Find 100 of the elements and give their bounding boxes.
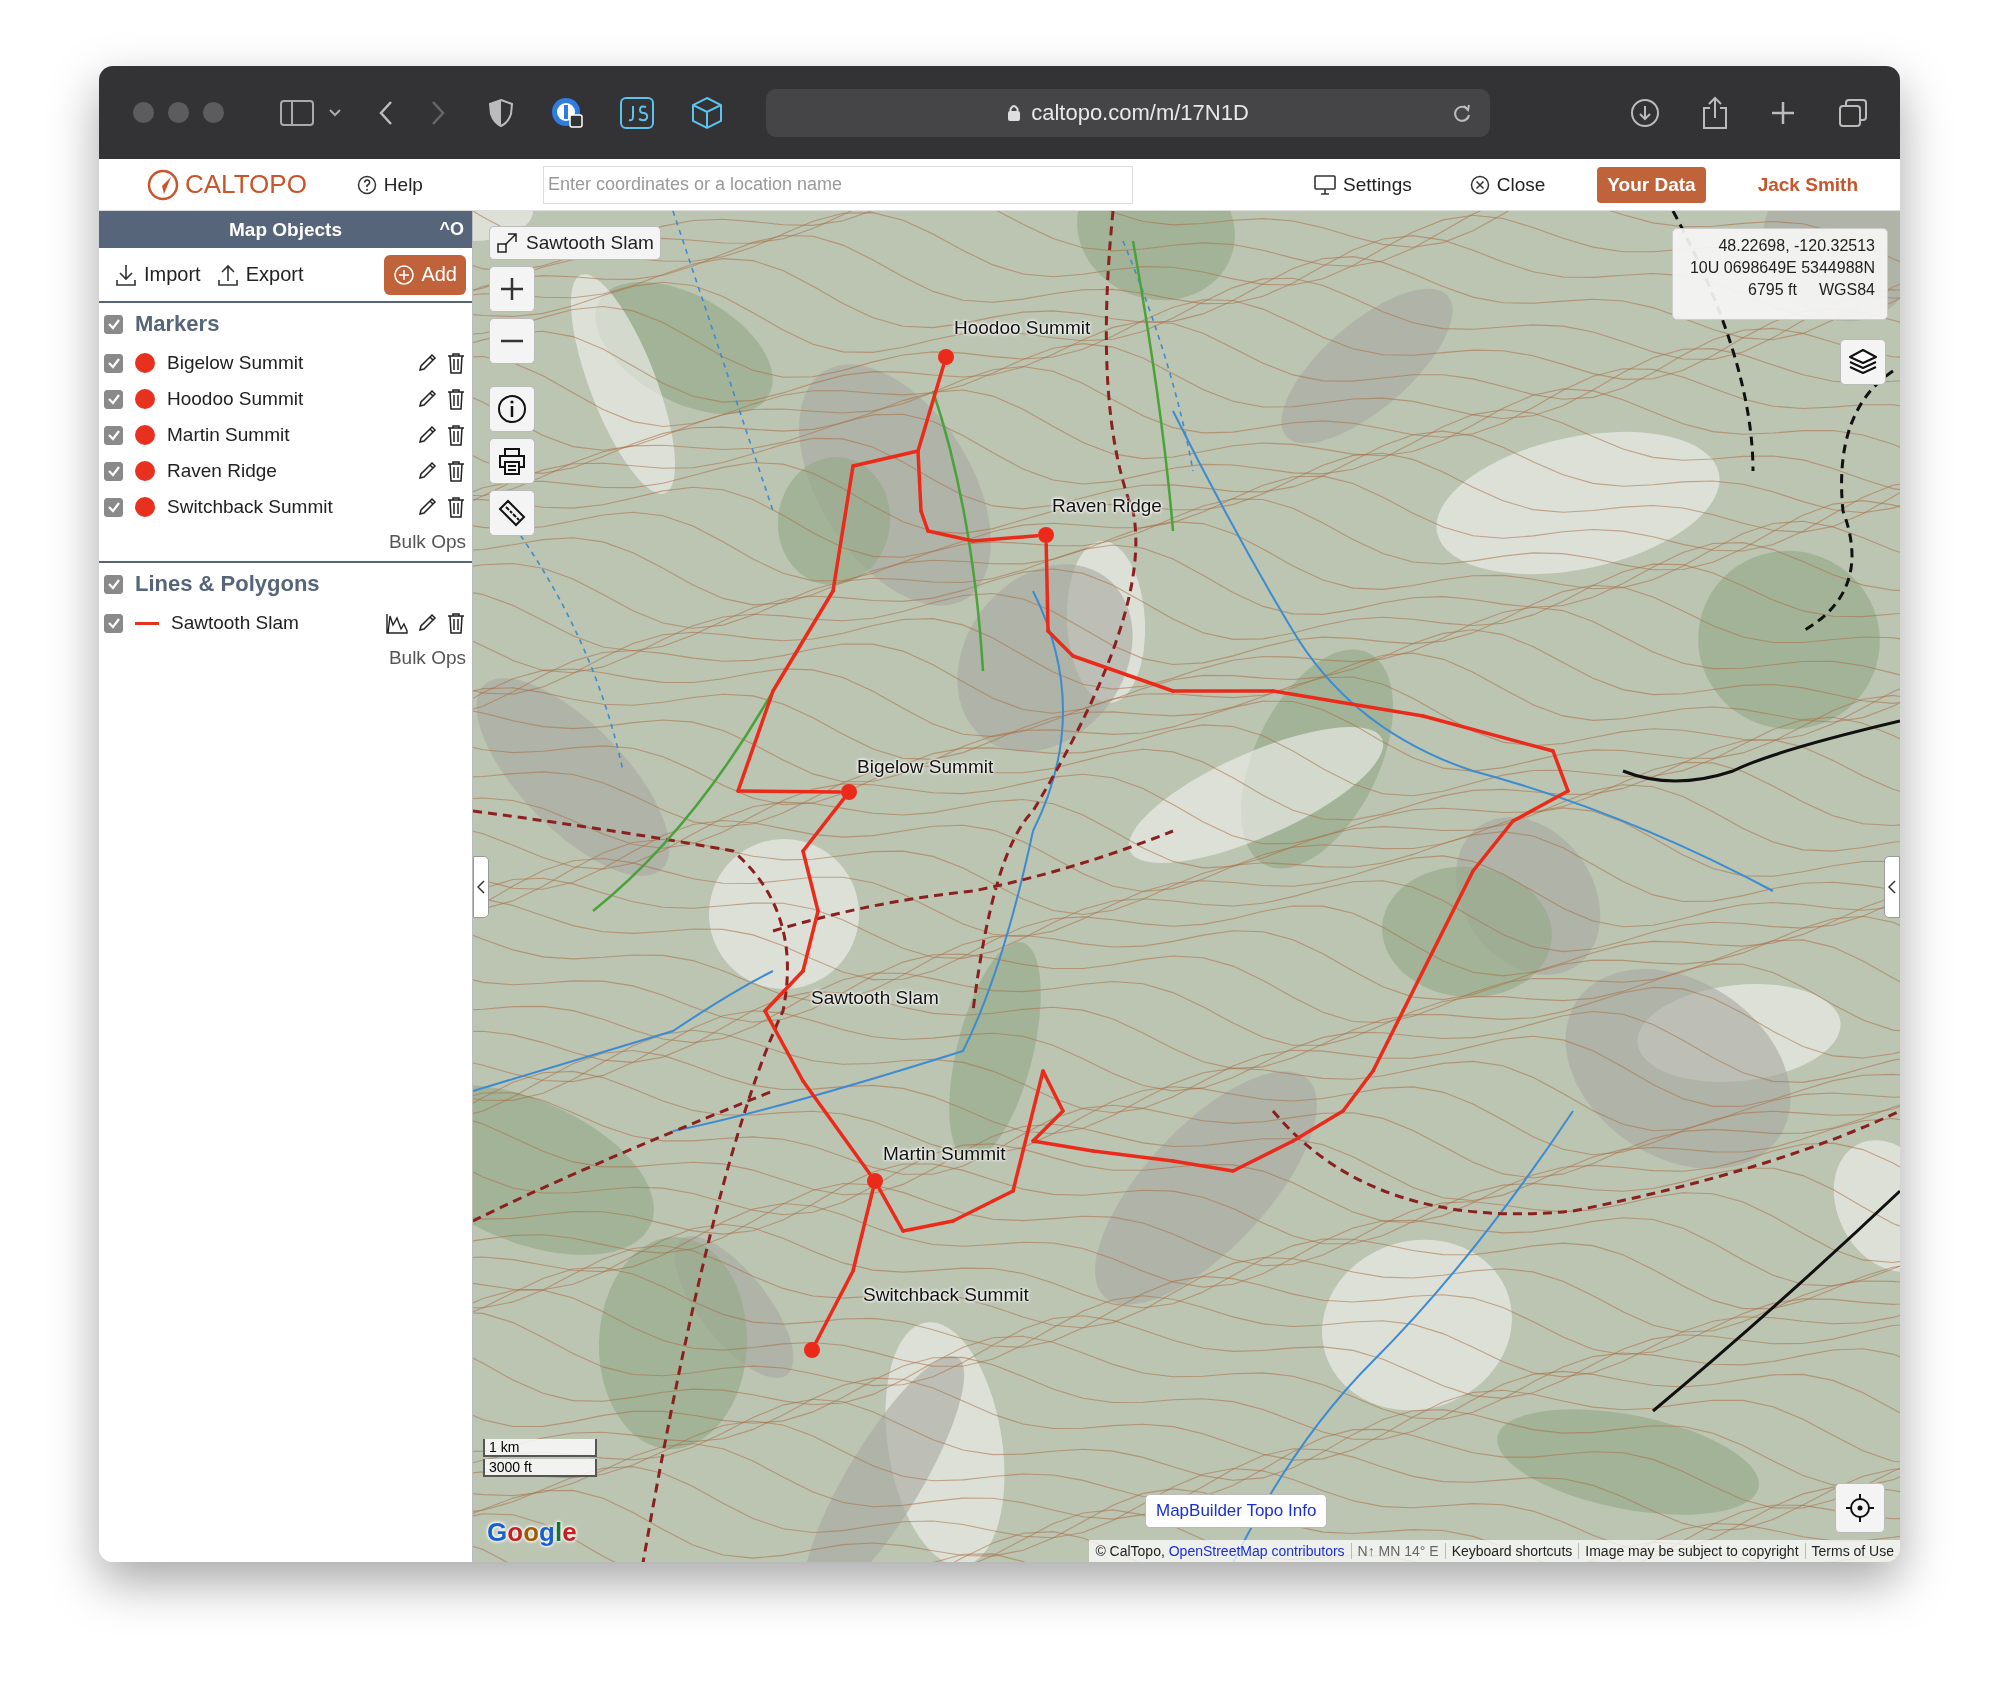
- item-name[interactable]: Switchback Summit: [167, 496, 333, 518]
- delete-icon[interactable]: [446, 388, 466, 410]
- help-icon: [356, 174, 377, 195]
- caltopo-logo[interactable]: CALTOPO: [145, 166, 307, 203]
- password-extension-icon[interactable]: [550, 95, 584, 130]
- osm-link[interactable]: OpenStreetMap contributors: [1168, 1543, 1345, 1559]
- print-button[interactable]: [489, 438, 535, 484]
- marker-label: Martin Summit: [883, 1143, 1006, 1165]
- route-segment[interactable]: [763, 1009, 805, 1083]
- copyright-text: © CalTopo,: [1095, 1543, 1165, 1559]
- lat-lon-text: 48.22698, -120.32513: [1718, 237, 1875, 255]
- download-icon[interactable]: [1630, 97, 1660, 128]
- datum-text: WGS84: [1819, 281, 1875, 299]
- zoom-window-button[interactable]: [203, 102, 224, 123]
- item-name[interactable]: Martin Summit: [167, 424, 290, 446]
- item-name[interactable]: Bigelow Summit: [167, 352, 304, 374]
- item-name[interactable]: Hoodoo Summit: [167, 388, 304, 410]
- bulk-ops-button[interactable]: Bulk Ops: [388, 531, 466, 553]
- export-button[interactable]: Export: [216, 262, 304, 287]
- ruler-icon: [497, 498, 527, 528]
- delete-icon[interactable]: [446, 612, 466, 634]
- route-segment[interactable]: [1071, 654, 1175, 693]
- lock-icon: [1007, 103, 1022, 122]
- back-icon[interactable]: [378, 99, 394, 126]
- locate-button[interactable]: [1835, 1483, 1885, 1533]
- forward-icon[interactable]: [430, 99, 446, 126]
- chevron-down-icon[interactable]: [328, 107, 342, 118]
- your-data-button[interactable]: Your Data: [1597, 166, 1706, 203]
- info-button[interactable]: [489, 386, 535, 432]
- close-window-button[interactable]: [133, 102, 154, 123]
- google-logo: Google: [487, 1517, 577, 1548]
- download-icon: [115, 262, 137, 287]
- marker-label: Raven Ridge: [1052, 495, 1162, 517]
- route-segment[interactable]: [801, 909, 820, 973]
- delete-icon[interactable]: [446, 424, 466, 446]
- chevron-left-icon: [1888, 880, 1896, 894]
- url-text: caltopo.com/m/17N1D: [1031, 99, 1249, 126]
- collapse-panel-button[interactable]: [473, 856, 489, 918]
- printer-icon: [497, 446, 527, 476]
- edit-icon[interactable]: [416, 612, 438, 634]
- section-title: Markers: [135, 311, 220, 337]
- delete-icon[interactable]: [446, 352, 466, 374]
- marker-label: Hoodoo Summit: [954, 317, 1091, 339]
- new-tab-icon[interactable]: [1770, 99, 1796, 126]
- item-checkbox[interactable]: [104, 613, 123, 633]
- cube-icon[interactable]: [690, 95, 724, 130]
- route-segment[interactable]: [801, 849, 820, 913]
- marker-label: Bigelow Summit: [857, 756, 994, 778]
- edit-icon[interactable]: [416, 496, 438, 518]
- shield-icon[interactable]: [488, 97, 514, 128]
- delete-icon[interactable]: [446, 460, 466, 482]
- minus-icon: [499, 339, 525, 343]
- item-checkbox[interactable]: [104, 425, 123, 445]
- item-name[interactable]: Sawtooth Slam: [171, 612, 299, 634]
- route-segment[interactable]: [801, 797, 846, 853]
- item-checkbox[interactable]: [104, 461, 123, 481]
- import-button[interactable]: Import: [115, 262, 201, 287]
- edit-icon[interactable]: [416, 424, 438, 446]
- route-segment[interactable]: [763, 969, 805, 1013]
- item-checkbox[interactable]: [104, 389, 123, 409]
- item-checkbox[interactable]: [104, 353, 123, 373]
- expand-panel-button[interactable]: [1884, 856, 1900, 918]
- elevation-profile-icon[interactable]: [386, 612, 408, 634]
- settings-button[interactable]: Settings: [1314, 173, 1412, 196]
- panel-title: Map Objects: [229, 218, 342, 241]
- help-button[interactable]: Help: [356, 173, 423, 196]
- edit-icon[interactable]: [416, 460, 438, 482]
- scale-label: 1 km: [483, 1439, 597, 1457]
- user-account-link[interactable]: Jack Smith: [1757, 173, 1858, 196]
- zoom-out-button[interactable]: [489, 318, 535, 364]
- fit-to-track-button[interactable]: Sawtooth Slam: [489, 226, 661, 260]
- declination-text: N↑ MN 14° E: [1350, 1543, 1445, 1559]
- script-extension-icon[interactable]: [620, 96, 654, 129]
- item-name[interactable]: Raven Ridge: [167, 460, 277, 482]
- edit-icon[interactable]: [416, 388, 438, 410]
- topo-info-button[interactable]: MapBuilder Topo Info: [1145, 1494, 1328, 1528]
- delete-icon[interactable]: [446, 496, 466, 518]
- add-button[interactable]: Add: [384, 254, 466, 295]
- marker-label: Switchback Summit: [863, 1284, 1029, 1306]
- zoom-in-button[interactable]: [489, 266, 535, 312]
- section-checkbox[interactable]: [104, 314, 123, 334]
- scale-label: 3000 ft: [483, 1459, 597, 1477]
- measure-button[interactable]: [489, 490, 535, 536]
- chevron-left-icon: [477, 880, 485, 894]
- keyboard-shortcuts-link[interactable]: Keyboard shortcuts: [1444, 1543, 1579, 1559]
- close-button[interactable]: Close: [1469, 173, 1546, 196]
- edit-icon[interactable]: [416, 352, 438, 374]
- crosshair-icon: [1845, 1493, 1875, 1523]
- minimize-window-button[interactable]: [168, 102, 189, 123]
- search-field[interactable]: Enter coordinates or a location name: [542, 165, 1133, 204]
- layers-button[interactable]: [1840, 339, 1886, 385]
- terms-link[interactable]: Terms of Use: [1804, 1543, 1900, 1559]
- address-bar[interactable]: caltopo.com/m/17N1D: [766, 88, 1490, 137]
- sidebar-toggle-icon[interactable]: [280, 99, 314, 126]
- tabs-overview-icon[interactable]: [1838, 97, 1868, 128]
- item-checkbox[interactable]: [104, 497, 123, 517]
- share-icon[interactable]: [1702, 95, 1728, 130]
- bulk-ops-button[interactable]: Bulk Ops: [388, 647, 466, 669]
- section-checkbox[interactable]: [104, 574, 123, 594]
- track-label: Sawtooth Slam: [811, 987, 939, 1009]
